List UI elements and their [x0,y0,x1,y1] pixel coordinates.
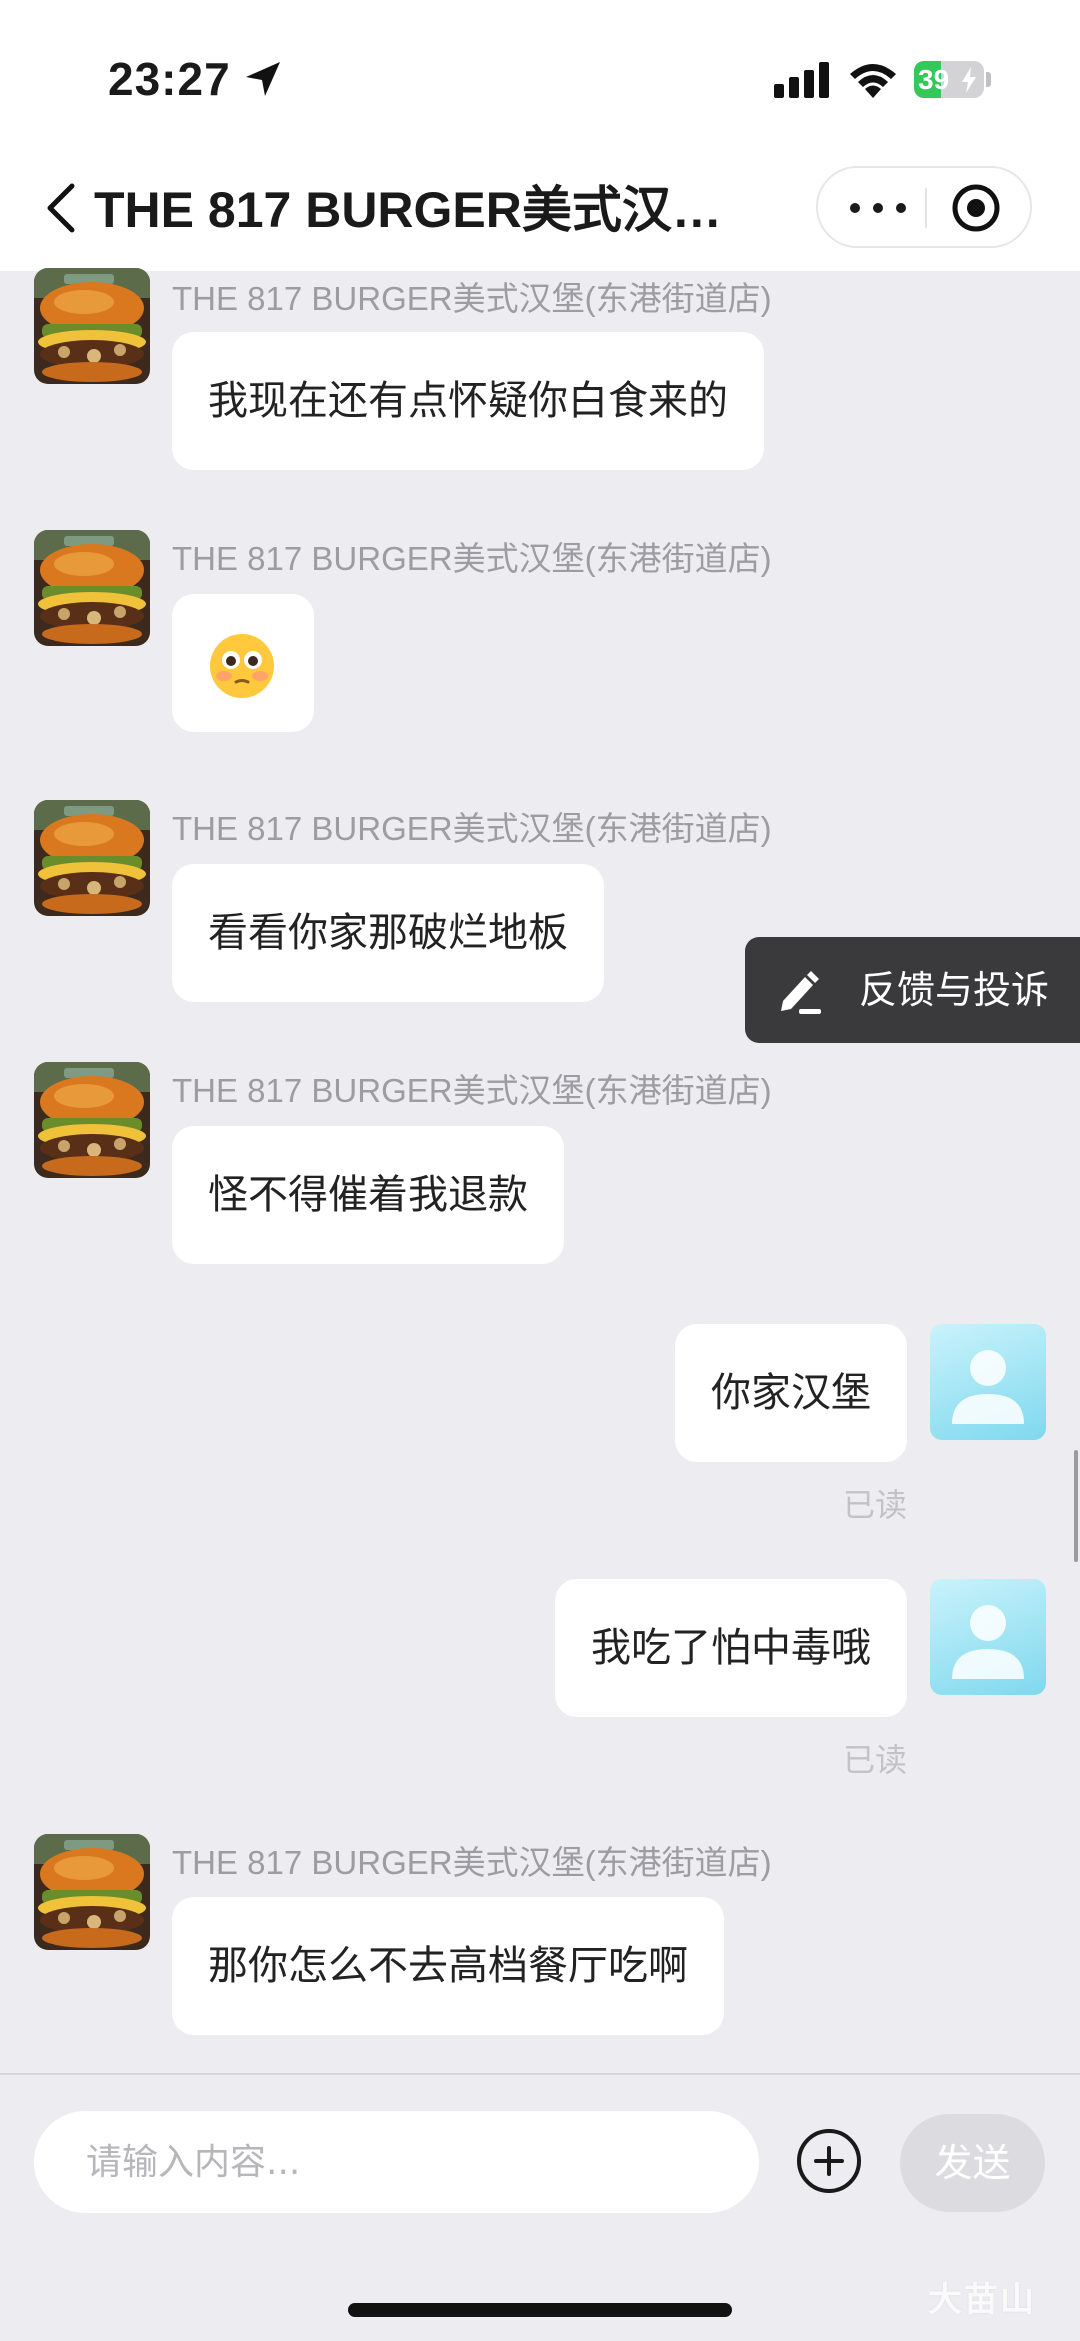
sender-name: THE 817 BURGER美式汉堡(东港街道店) [172,540,772,577]
feedback-label: 反馈与投诉 [859,968,1050,1012]
shop-avatar[interactable] [34,800,150,916]
message-bubble[interactable]: 我现在还有点怀疑你白食来的 [172,332,764,470]
battery-cap [986,72,991,87]
top-bar: 23:27 39 THE 817 BURGER美式汉… [0,0,1080,271]
status-time: 23:27 [108,53,231,105]
sender-name: THE 817 BURGER美式汉堡(东港街道店) [172,1844,772,1881]
message-bubble[interactable] [172,594,314,732]
shop-avatar[interactable] [34,268,150,384]
more-options-button[interactable] [850,192,906,222]
mini-program-capsule [816,166,1032,248]
shop-avatar[interactable] [34,1062,150,1178]
feedback-complaint-button[interactable]: 反馈与投诉 [745,937,1080,1043]
send-button[interactable]: 发送 [900,2114,1045,2212]
message-input[interactable] [34,2111,759,2213]
user-avatar[interactable] [930,1579,1046,1695]
shop-avatar[interactable] [34,1834,150,1950]
message-bubble[interactable]: 你家汉堡 [675,1324,907,1462]
read-receipt: 已读 [842,1741,907,1779]
sender-name: THE 817 BURGER美式汉堡(东港街道店) [172,280,772,317]
shop-avatar[interactable] [34,530,150,646]
sender-name: THE 817 BURGER美式汉堡(东港街道店) [172,810,772,847]
edit-pencil-icon [781,971,821,1014]
message-bubble[interactable]: 怪不得催着我退款 [172,1126,564,1264]
capsule-divider [925,188,927,228]
battery-icon: 39 [914,61,984,98]
flushed-face-icon [210,634,274,698]
message-bubble[interactable]: 那你怎么不去高档餐厅吃啊 [172,1897,724,2035]
watermark: 大苗山 [928,2280,1036,2320]
battery-percent: 39 [918,64,950,95]
read-receipt: 已读 [842,1486,907,1524]
back-button[interactable] [40,180,86,236]
message-bubble[interactable]: 看看你家那破烂地板 [172,864,604,1002]
user-avatar[interactable] [930,1324,1046,1440]
add-plus-icon[interactable] [796,2128,862,2194]
wifi-icon [850,64,896,98]
charging-bolt-icon [962,67,976,93]
composer-bar: 发送 [0,2073,1080,2341]
chat-title: THE 817 BURGER美式汉… [94,182,722,238]
location-arrow-icon [246,62,280,96]
cellular-signal-icon [774,62,829,98]
close-target-icon[interactable] [950,182,1002,234]
sender-name: THE 817 BURGER美式汉堡(东港街道店) [172,1072,772,1109]
home-indicator[interactable] [348,2303,732,2317]
scrollbar[interactable] [1074,1450,1078,1562]
message-bubble[interactable]: 我吃了怕中毒哦 [555,1579,907,1717]
